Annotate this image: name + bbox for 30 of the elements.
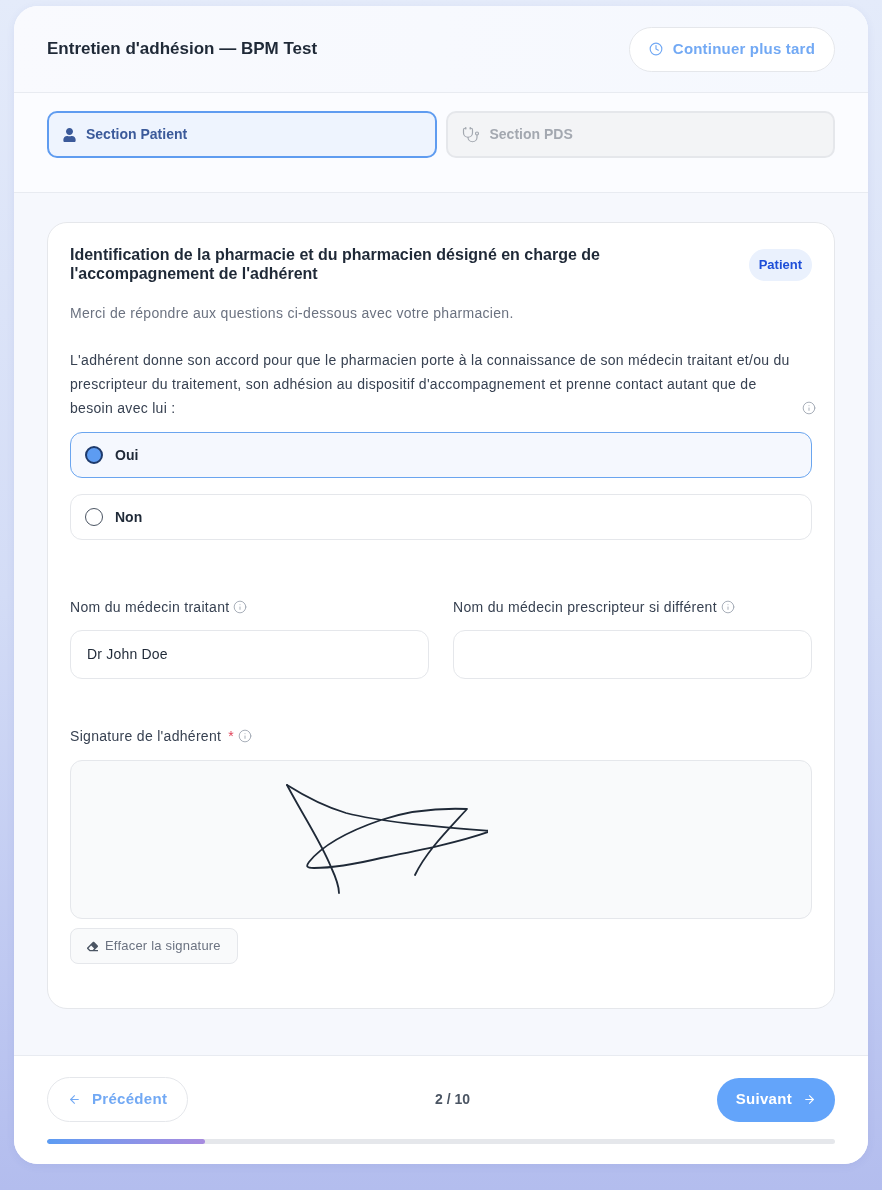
person-icon (63, 127, 76, 142)
clock-icon (648, 42, 663, 56)
stethoscope-icon (461, 125, 480, 144)
next-button[interactable]: Suivant (716, 1077, 835, 1122)
section-tab[interactable]: Section Patient (47, 111, 437, 158)
text-input[interactable] (453, 630, 812, 679)
required-mark: * (228, 727, 234, 746)
radio-option[interactable]: Oui (70, 432, 812, 478)
text-input[interactable]: Dr John Doe (70, 630, 429, 679)
card-title: Identification de la pharmacie et du pharmacien désigné en charge de l'accompagnement de l'adhérent (70, 245, 601, 283)
eraser-icon (87, 940, 98, 952)
info-icon[interactable] (233, 600, 248, 614)
arrow-left-icon (68, 1093, 81, 1106)
signature-pad[interactable] (70, 760, 812, 919)
arrow-right-icon (803, 1093, 816, 1106)
consent-question: L'adhérent donne son accord pour que le pharmacien porte à la connaissance de son médecin traitant et/ou du prescripteur du traitement, son adhésion au dispositif d'accompagnement et prenne contact autant que de besoin avec lui : (70, 351, 791, 418)
clear-signature-button[interactable]: Effacer la signature (70, 928, 238, 964)
field-label: Nom du médecin traitant (70, 598, 230, 617)
signature-label: Signature de l'adhérent (70, 727, 222, 746)
page-counter: 2 / 10 (434, 1090, 470, 1109)
patient-badge: Patient (748, 249, 812, 281)
info-icon[interactable] (238, 729, 252, 743)
radio-checked-icon (85, 446, 103, 464)
field-label: Nom du médecin prescripteur si différent (453, 598, 717, 617)
form-title: Entretien d'adhésion — BPM Test (47, 38, 318, 61)
card-subtitle: Merci de répondre aux questions ci-dessous avec votre pharmacien. (70, 304, 515, 323)
radio-option[interactable]: Non (70, 494, 812, 540)
info-icon[interactable] (720, 600, 735, 614)
info-icon[interactable] (802, 401, 816, 415)
radio-empty-icon (85, 508, 103, 526)
